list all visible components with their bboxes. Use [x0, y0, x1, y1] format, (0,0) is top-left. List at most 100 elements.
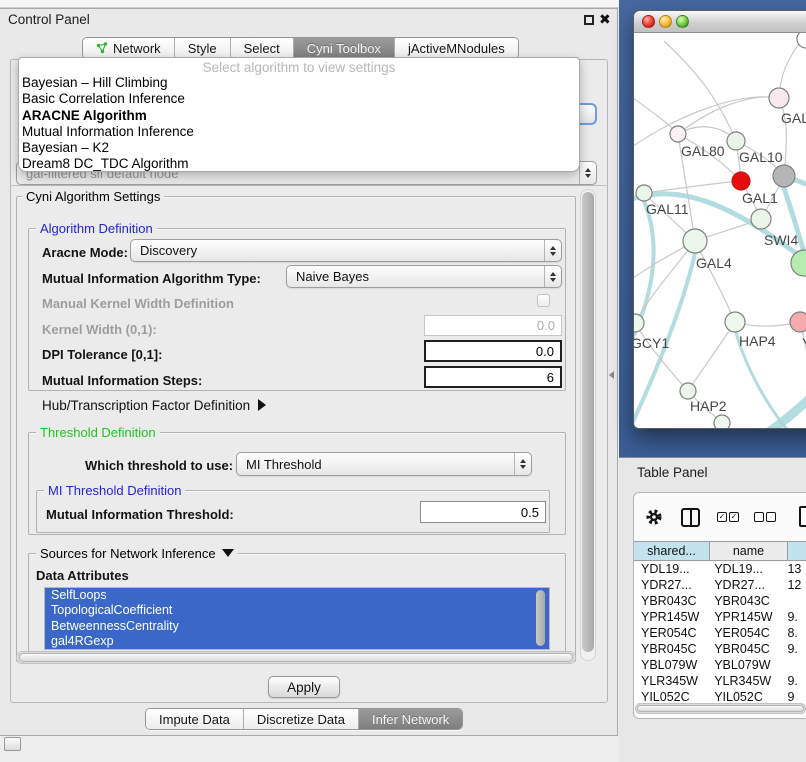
- network-node[interactable]: [714, 415, 730, 429]
- network-node[interactable]: [725, 312, 745, 332]
- table-row[interactable]: YDR27...YDR27...12: [634, 578, 806, 594]
- attribute-item-gal4rgexp[interactable]: gal4RGexp: [45, 634, 549, 649]
- zoom-traffic-light-icon[interactable]: [676, 15, 689, 28]
- tab-impute-data[interactable]: Impute Data: [146, 709, 243, 729]
- table-cell[interactable]: YBL079W: [705, 658, 778, 674]
- dpi-tolerance-field[interactable]: 0.0: [424, 340, 562, 362]
- table-cell[interactable]: [778, 658, 806, 674]
- dropdown-item-bayesian-hill-climbing[interactable]: Bayesian – Hill Climbing: [19, 75, 579, 91]
- deselect-box-icon[interactable]: [754, 512, 764, 522]
- table-cell[interactable]: YLR345W: [634, 674, 705, 690]
- close-panel-icon[interactable]: ✖: [599, 11, 611, 28]
- table-cell[interactable]: 13: [778, 562, 806, 578]
- network-node[interactable]: [670, 126, 686, 142]
- table-row[interactable]: YBR043CYBR043C: [634, 594, 806, 610]
- mi-steps-field[interactable]: 6: [424, 366, 562, 388]
- network-node[interactable]: [773, 165, 795, 187]
- column-header-hidden[interactable]: [788, 541, 806, 561]
- table-cell[interactable]: 9.: [778, 610, 806, 626]
- column-header-name[interactable]: name: [710, 541, 788, 561]
- dropdown-item-dream8-dc-tdc-algorithm[interactable]: Dream8 DC_TDC Algorithm: [19, 156, 579, 172]
- table-cell[interactable]: YDL19...: [705, 562, 778, 578]
- table-cell[interactable]: YDR27...: [634, 578, 705, 594]
- which-threshold-label: Which threshold to use:: [85, 458, 233, 473]
- table-cell[interactable]: YDR27...: [705, 578, 778, 594]
- mi-threshold-field[interactable]: 0.5: [420, 501, 546, 523]
- table-row[interactable]: YBL079WYBL079W: [634, 658, 806, 674]
- network-node[interactable]: [636, 185, 652, 201]
- minimize-traffic-light-icon[interactable]: [659, 15, 672, 28]
- manual-kernel-label: Manual Kernel Width Definition: [42, 296, 234, 311]
- attribute-item-betweennesscentrality[interactable]: BetweennessCentrality: [45, 619, 549, 634]
- network-node[interactable]: [727, 132, 745, 150]
- settings-vscroll-thumb[interactable]: [582, 192, 594, 652]
- table-cell[interactable]: 9.: [778, 674, 806, 690]
- tab-select[interactable]: Select: [230, 38, 293, 58]
- table-hscroll-thumb[interactable]: [637, 705, 804, 712]
- table-cell[interactable]: YPR145W: [634, 610, 705, 626]
- tab-network[interactable]: Network: [83, 38, 174, 58]
- close-traffic-light-icon[interactable]: [642, 15, 655, 28]
- gear-icon[interactable]: [645, 508, 663, 526]
- apply-button[interactable]: Apply: [268, 676, 340, 698]
- node-label-hap2: HAP2: [690, 398, 727, 414]
- table-cell[interactable]: YBR045C: [634, 642, 705, 658]
- column-header-shared[interactable]: shared...: [634, 541, 710, 561]
- hub-section-toggle[interactable]: Hub/Transcription Factor Definition: [42, 398, 266, 413]
- table-row[interactable]: YBR045CYBR045C9.: [634, 642, 806, 658]
- network-node[interactable]: [680, 383, 696, 399]
- tab-cyni-toolbox[interactable]: Cyni Toolbox: [293, 38, 394, 58]
- table-cell[interactable]: YPR145W: [705, 610, 778, 626]
- table-cell[interactable]: 9.: [778, 642, 806, 658]
- panel-collapse-arrow-icon[interactable]: [609, 371, 614, 379]
- table-cell[interactable]: [778, 594, 806, 610]
- table-cell[interactable]: 8.: [778, 626, 806, 642]
- select-all-check-icon[interactable]: ✓: [729, 512, 739, 522]
- table-cell[interactable]: YBR043C: [705, 594, 778, 610]
- table-row[interactable]: YLR345WYLR345W9.: [634, 674, 806, 690]
- attribute-list-scrollbar[interactable]: [536, 590, 545, 646]
- column-partial-icon[interactable]: [799, 506, 806, 527]
- table-cell[interactable]: YBL079W: [634, 658, 705, 674]
- network-node[interactable]: [732, 172, 750, 190]
- sources-group-title[interactable]: Sources for Network Inference: [36, 546, 238, 561]
- table-cell[interactable]: YBR043C: [634, 594, 705, 610]
- dropdown-item-mutual-information-inference[interactable]: Mutual Information Inference: [19, 124, 579, 140]
- deselect-box-icon[interactable]: [766, 512, 776, 522]
- collapsed-arrow-icon: [258, 399, 266, 411]
- minimized-panel-icon[interactable]: [4, 737, 21, 751]
- table-cell[interactable]: YER054C: [705, 626, 778, 642]
- table-cell[interactable]: 12: [778, 578, 806, 594]
- network-node[interactable]: [683, 229, 707, 253]
- network-node[interactable]: [751, 209, 771, 229]
- table-cell[interactable]: YDL19...: [634, 562, 705, 578]
- which-threshold-select[interactable]: MI Threshold: [236, 452, 532, 476]
- table-row[interactable]: YDL19...YDL19...13: [634, 562, 806, 578]
- settings-hscroll-thumb[interactable]: [19, 653, 573, 662]
- attribute-item-selfloops[interactable]: SelfLoops: [45, 588, 549, 603]
- table-cell[interactable]: YLR345W: [705, 674, 778, 690]
- table-cell[interactable]: YER054C: [634, 626, 705, 642]
- kernel-width-field[interactable]: 0.0: [424, 315, 562, 336]
- aracne-mode-select[interactable]: Discovery: [130, 239, 562, 262]
- network-window-titlebar[interactable]: [634, 11, 806, 33]
- manual-kernel-checkbox[interactable]: [537, 294, 550, 307]
- network-node[interactable]: [790, 312, 806, 332]
- tab-discretize-data[interactable]: Discretize Data: [243, 709, 358, 729]
- attribute-item-topologicalcoefficient[interactable]: TopologicalCoefficient: [45, 603, 549, 618]
- dropdown-item-bayesian-k2[interactable]: Bayesian – K2: [19, 140, 579, 156]
- dropdown-item-aracne-algorithm[interactable]: ARACNE Algorithm: [19, 108, 579, 124]
- select-all-check-icon[interactable]: ✓: [717, 512, 727, 522]
- tab-style[interactable]: Style: [174, 38, 230, 58]
- tab-infer-network[interactable]: Infer Network: [358, 709, 462, 729]
- mi-type-select[interactable]: Naive Bayes: [286, 265, 562, 288]
- network-canvas[interactable]: GALGAL80GAL10GAL1GAL11SWI4GAL4GCY1HAP4YH…: [634, 33, 806, 429]
- table-row[interactable]: YPR145WYPR145W9.: [634, 610, 806, 626]
- table-cell[interactable]: YBR045C: [705, 642, 778, 658]
- network-node[interactable]: [769, 88, 789, 108]
- table-row[interactable]: YER054CYER054C8.: [634, 626, 806, 642]
- tab-jactivemnodules[interactable]: jActiveMNodules: [394, 38, 518, 58]
- float-panel-icon[interactable]: [584, 15, 594, 25]
- split-columns-icon[interactable]: [681, 508, 700, 527]
- dropdown-item-basic-correlation-inference[interactable]: Basic Correlation Inference: [19, 91, 579, 107]
